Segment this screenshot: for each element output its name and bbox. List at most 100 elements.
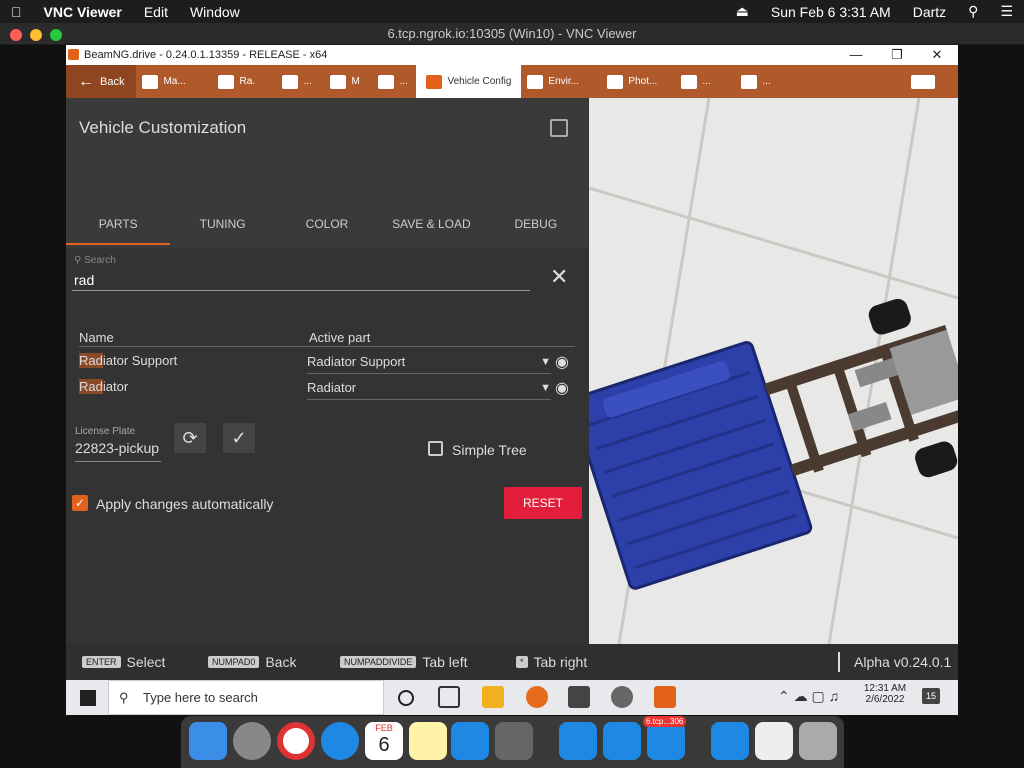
search-input[interactable] — [72, 269, 530, 291]
eye-icon[interactable]: ◉ — [555, 378, 569, 398]
trash-icon[interactable] — [799, 722, 837, 760]
reset-button[interactable]: RESET — [504, 487, 582, 519]
taskbar-search[interactable]: ⚲ Type here to search — [108, 680, 384, 715]
hint-tab-right: * Tab right — [516, 654, 587, 670]
tab-vehicle-config[interactable]: Vehicle Config — [416, 65, 522, 98]
spotlight-icon[interactable]: ⚲ — [957, 3, 989, 20]
notes-icon[interactable] — [409, 722, 447, 760]
vnc-viewer-icon[interactable] — [603, 722, 641, 760]
divider — [838, 652, 840, 672]
mac-menubar:  VNC Viewer Edit Window ⏏ Sun Feb 6 3:3… — [0, 0, 1024, 23]
menu-toggle-button[interactable] — [905, 69, 946, 94]
vnc-viewer-icon[interactable] — [559, 722, 597, 760]
part-name-radiator-support: Radiator Support — [79, 353, 178, 368]
tab-environment[interactable]: Envir... — [521, 69, 601, 94]
firefox-icon[interactable] — [526, 686, 548, 708]
eye-icon[interactable]: ◉ — [555, 352, 569, 372]
hint-back: NUMPAD0 Back — [208, 654, 296, 670]
apple-icon[interactable]:  — [0, 4, 33, 20]
tab-tuning[interactable]: TUNING — [170, 210, 274, 245]
settings-icon[interactable] — [611, 686, 633, 708]
menubar-user[interactable]: Dartz — [902, 4, 957, 20]
menu-window[interactable]: Window — [179, 4, 251, 20]
windows-start-icon[interactable] — [80, 690, 96, 706]
mac-dock: FEB 6 6.tcp...306 — [181, 716, 844, 768]
menubar-clock[interactable]: Sun Feb 6 3:31 AM — [760, 4, 902, 20]
mail-icon[interactable] — [568, 686, 590, 708]
camera-icon — [607, 74, 624, 89]
apply-auto-checkbox[interactable]: ✓ — [72, 495, 88, 511]
system-tray-icons[interactable]: ⌃ ☁ ▢ ♫ — [778, 688, 839, 705]
tab-vehicles[interactable]: ... — [372, 69, 416, 94]
cortana-icon[interactable] — [398, 690, 414, 706]
license-plate-label: License Plate — [75, 426, 136, 437]
taskbar-clock[interactable]: 12:31 AM 2/6/2022 — [862, 683, 908, 705]
randomize-plate-button[interactable]: ⟳ — [174, 423, 206, 453]
version-label: Alpha v0.24.0.1 — [854, 654, 952, 670]
vehicle-3d-viewport[interactable] — [589, 98, 958, 644]
control-center-icon[interactable]: ☰ — [989, 3, 1024, 20]
add-window-icon[interactable] — [550, 119, 568, 137]
keyboard-icon: NUMPADDIVIDE — [340, 656, 417, 668]
notification-icon[interactable]: 15 — [922, 688, 940, 704]
vehicle-render — [589, 98, 958, 644]
vnc-title-text: 6.tcp.ngrok.io:10305 (Win10) - VNC Viewe… — [387, 26, 637, 41]
refresh-icon: ⟳ — [182, 428, 198, 448]
map-icon — [142, 74, 159, 89]
mission-icon — [282, 74, 299, 89]
calendar-icon[interactable]: FEB 6 — [365, 722, 403, 760]
tab-save-load[interactable]: SAVE & LOAD — [379, 210, 483, 245]
part-select-radiator[interactable]: Radiator ▼ — [307, 378, 551, 400]
minimize-window-button[interactable] — [30, 29, 42, 41]
apps-icon — [681, 74, 698, 89]
tab-debug[interactable]: DEBUG — [484, 210, 588, 245]
part-name-radiator: Radiator — [79, 379, 129, 394]
tab-radial[interactable]: Ra. — [212, 69, 276, 94]
close-window-button[interactable] — [10, 29, 22, 41]
tab-mods[interactable]: M — [324, 69, 372, 94]
license-plate-input[interactable]: 22823-pickup — [75, 440, 161, 462]
task-view-icon[interactable] — [438, 686, 460, 708]
zoom-window-button[interactable] — [50, 29, 62, 41]
beamng-taskbar-icon[interactable] — [654, 686, 676, 708]
minimize-icon[interactable]: — — [836, 45, 876, 65]
column-name-header: Name — [79, 330, 114, 345]
tab-mission[interactable]: ... — [276, 69, 324, 94]
file-explorer-icon[interactable] — [482, 686, 504, 708]
app-title-text: BeamNG.drive - 0.24.0.1.13359 - RELEASE … — [84, 49, 328, 61]
part-select-radiator-support[interactable]: Radiator Support ▼ — [307, 352, 551, 374]
apply-plate-button[interactable]: ✓ — [223, 423, 255, 453]
clear-search-icon[interactable]: ✕ — [550, 264, 568, 290]
tab-color[interactable]: COLOR — [275, 210, 379, 245]
menu-app-name[interactable]: VNC Viewer — [33, 4, 133, 20]
back-button[interactable]: ← Back — [66, 65, 137, 98]
document-icon[interactable] — [755, 722, 793, 760]
tab-map[interactable]: Ma... — [136, 69, 212, 94]
system-preferences-icon[interactable] — [495, 722, 533, 760]
app-store-icon[interactable] — [711, 722, 749, 760]
tab-parts[interactable]: PARTS — [66, 210, 171, 245]
app-store-icon[interactable] — [451, 722, 489, 760]
finder-icon[interactable] — [189, 722, 227, 760]
tab-apps[interactable]: ... — [675, 69, 735, 94]
menu-icon — [911, 74, 935, 89]
chevron-down-icon: ▼ — [540, 356, 551, 368]
windows-taskbar: ⚲ Type here to search ⌃ ☁ ▢ ♫ 12:31 AM 2/6… — [66, 680, 958, 715]
weather-icon — [527, 74, 544, 89]
simple-tree-checkbox[interactable] — [428, 441, 443, 456]
safari-icon[interactable] — [321, 722, 359, 760]
tab-photo[interactable]: Phot... — [601, 69, 675, 94]
close-icon[interactable]: ✕ — [917, 45, 957, 65]
search-icon: ⚲ — [119, 690, 129, 705]
hint-select: ENTER Select — [82, 654, 165, 670]
launchpad-icon[interactable] — [233, 722, 271, 760]
header-divider — [79, 346, 575, 347]
search-icon: ⚲ — [74, 255, 82, 266]
eject-icon[interactable]: ⏏ — [725, 3, 760, 20]
subtabs: PARTS TUNING COLOR SAVE & LOAD DEBUG — [66, 210, 588, 245]
tab-options[interactable]: ... — [735, 69, 795, 94]
menu-edit[interactable]: Edit — [133, 4, 179, 20]
chrome-icon[interactable] — [277, 722, 315, 760]
vnc-viewer-icon[interactable]: 6.tcp...306 — [643, 716, 687, 760]
maximize-icon[interactable]: ❐ — [877, 45, 917, 65]
